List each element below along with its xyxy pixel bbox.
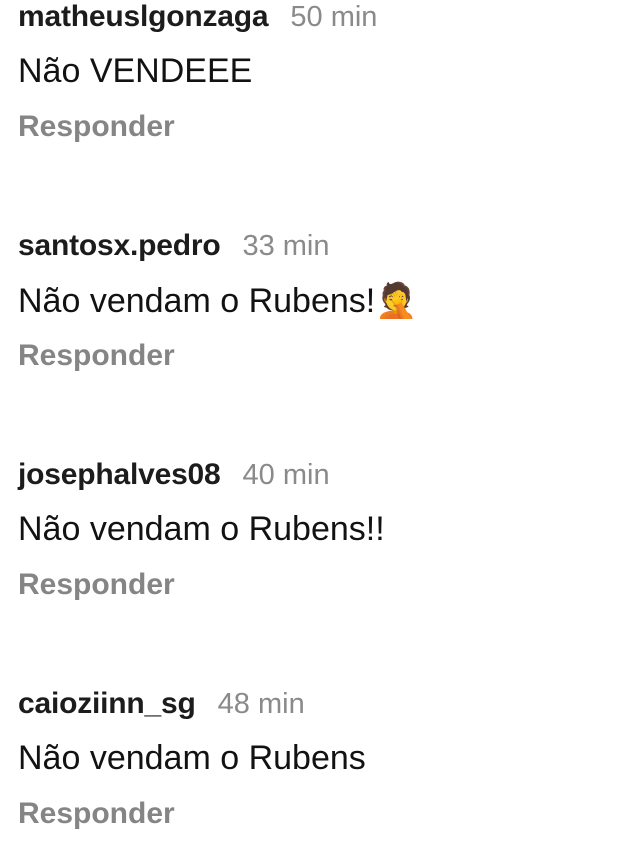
- reply-button[interactable]: Responder: [18, 568, 175, 602]
- comment-header: caioziinn_sg 48 min: [18, 687, 618, 727]
- comment-item: caioziinn_sg 48 min Não vendam o Rubens …: [18, 687, 618, 831]
- face-palm-icon: 🤦: [375, 282, 418, 320]
- comment-item: matheuslgonzaga 50 min Não VENDEEE Respo…: [18, 0, 618, 144]
- comment-list: matheuslgonzaga 50 min Não VENDEEE Respo…: [0, 0, 639, 853]
- comment-text-content: Não vendam o Rubens!!: [18, 510, 385, 548]
- comment-username[interactable]: josephalves08: [18, 458, 221, 492]
- comment-username[interactable]: caioziinn_sg: [18, 687, 196, 721]
- comment-text: Não vendam o Rubens!🤦: [18, 281, 618, 325]
- comment-username[interactable]: santosx.pedro: [18, 229, 221, 263]
- comment-text: Não vendam o Rubens!!: [18, 510, 618, 554]
- comment-header: josephalves08 40 min: [18, 458, 618, 498]
- comment-timestamp: 40 min: [242, 459, 330, 491]
- comment-item: josephalves08 40 min Não vendam o Rubens…: [18, 458, 618, 602]
- comment-username[interactable]: matheuslgonzaga: [18, 0, 269, 34]
- comment-text: Não VENDEEE: [18, 52, 618, 96]
- reply-button[interactable]: Responder: [18, 339, 175, 373]
- comment-text-content: Não vendam o Rubens: [18, 739, 366, 777]
- reply-button[interactable]: Responder: [18, 110, 175, 144]
- comment-timestamp: 50 min: [290, 1, 378, 33]
- comment-timestamp: 33 min: [242, 230, 330, 262]
- comment-header: santosx.pedro 33 min: [18, 229, 618, 269]
- reply-button[interactable]: Responder: [18, 797, 175, 831]
- comment-text: Não vendam o Rubens: [18, 739, 618, 783]
- comment-header: matheuslgonzaga 50 min: [18, 0, 618, 40]
- comment-item: santosx.pedro 33 min Não vendam o Rubens…: [18, 229, 618, 373]
- comment-text-content: Não VENDEEE: [18, 52, 253, 90]
- comment-text-content: Não vendam o Rubens!: [18, 282, 376, 320]
- comment-timestamp: 48 min: [217, 688, 305, 720]
